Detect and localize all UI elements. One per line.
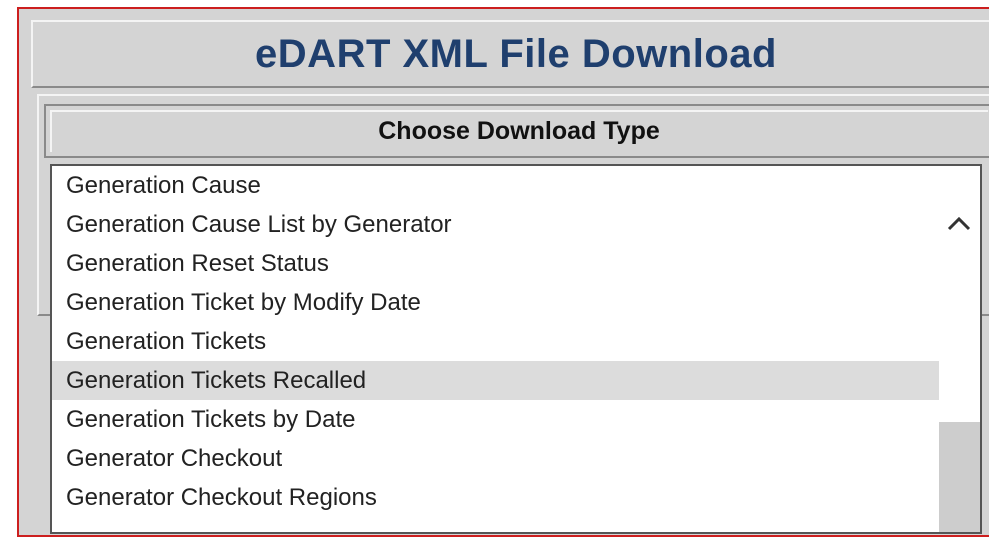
list-item[interactable]: Generation Tickets [52, 322, 939, 361]
page-title: eDART XML File Download [255, 31, 777, 76]
list-item[interactable]: Generator Checkout [52, 439, 939, 478]
list-item[interactable]: Generation Ticket by Modify Date [52, 283, 939, 322]
list-item[interactable]: Generation Tickets by Date [52, 400, 939, 439]
download-type-header-label: Choose Download Type [378, 116, 660, 145]
scrollbar-track[interactable] [939, 284, 980, 422]
list-item[interactable]: Generation Cause [52, 166, 939, 205]
chevron-up-icon [947, 216, 971, 231]
download-type-header: Choose Download Type [44, 104, 989, 158]
list-item[interactable]: Generation Cause List by Generator [52, 205, 939, 244]
title-bar: eDART XML File Download [31, 20, 989, 88]
scrollbar-thumb[interactable] [939, 422, 980, 532]
list-item[interactable]: Generator Checkout Regions [52, 478, 939, 517]
scroll-up-button[interactable] [939, 166, 980, 284]
download-type-listbox[interactable]: Generation Cause Generation Cause List b… [50, 164, 982, 534]
list-item[interactable]: Generation Reset Status [52, 244, 939, 283]
list-item-selected[interactable]: Generation Tickets Recalled [52, 361, 939, 400]
